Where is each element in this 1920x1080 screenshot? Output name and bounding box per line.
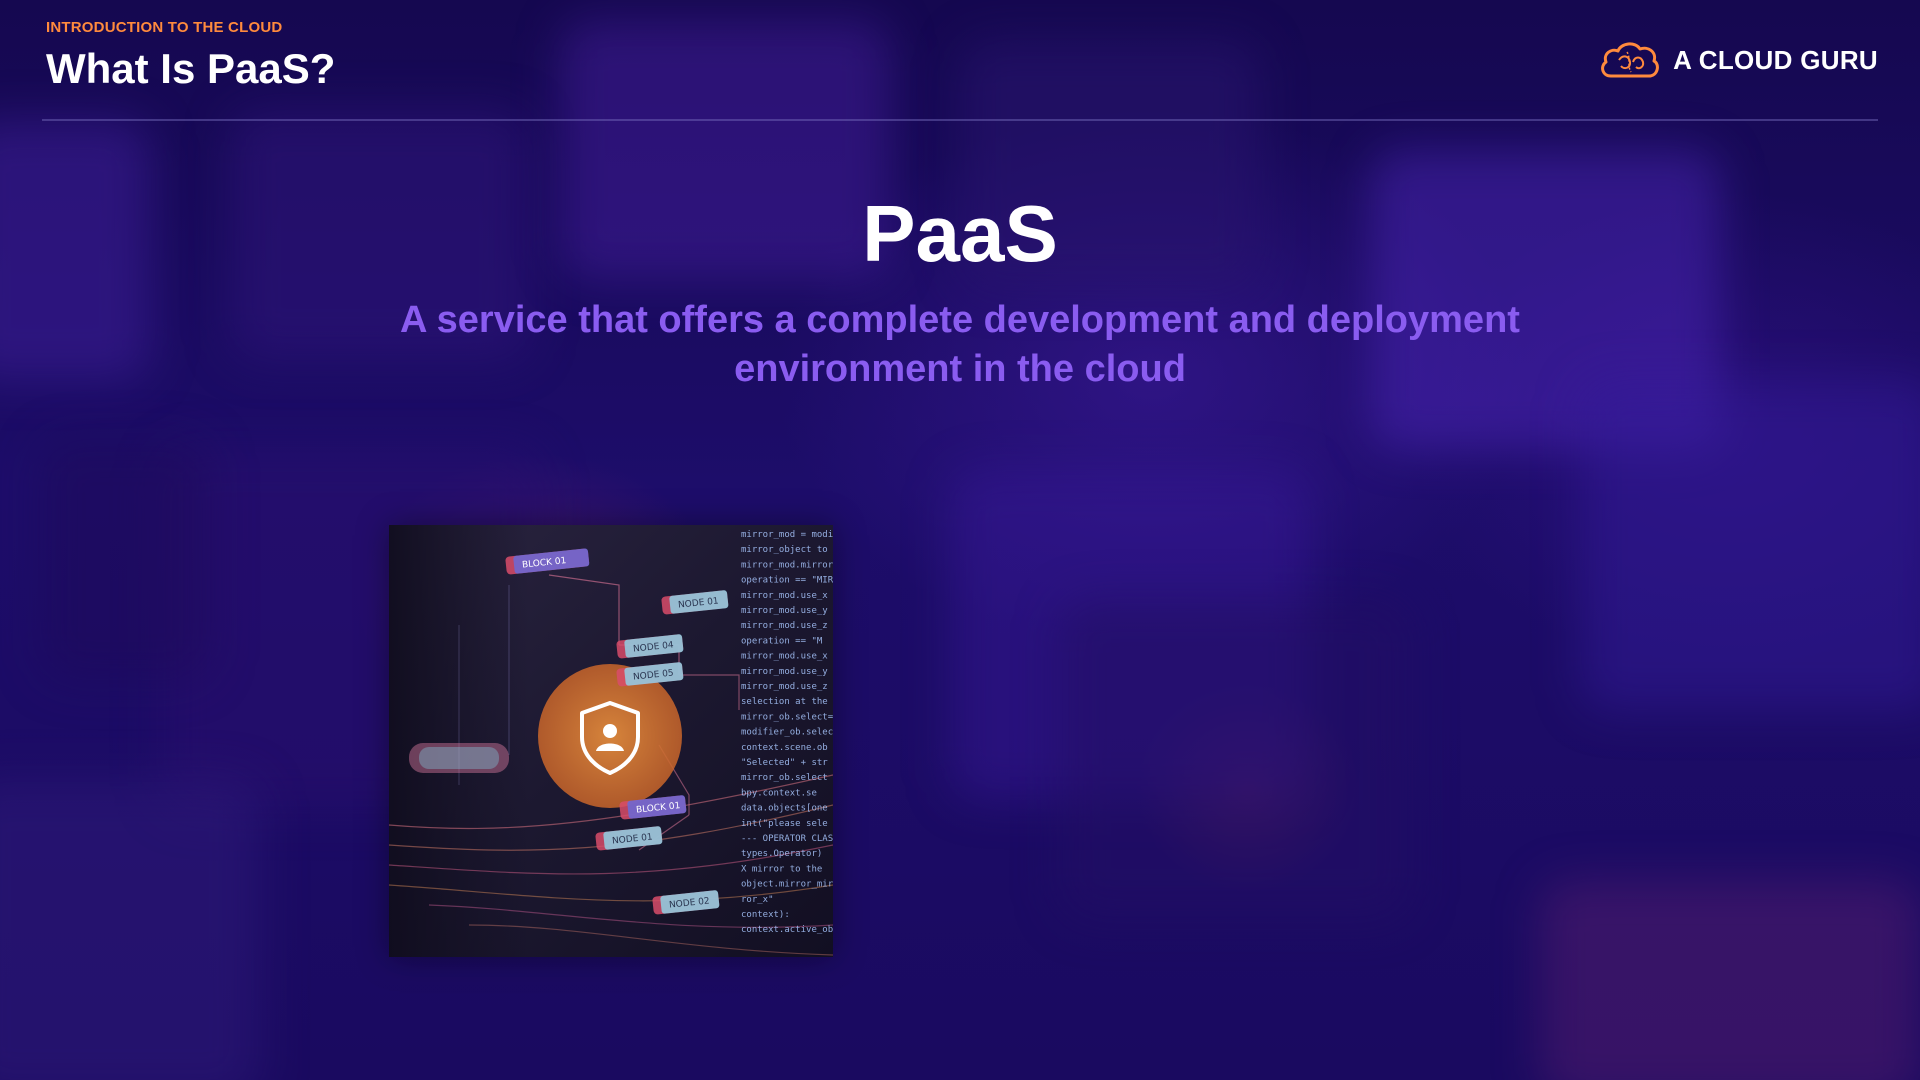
code-line: selection at the xyxy=(741,697,828,707)
slide-heading: PaaS xyxy=(862,189,1058,278)
code-line: operation == "M xyxy=(741,636,823,646)
code-line: ror_x" xyxy=(741,895,774,905)
slide-description: A service that offers a complete develop… xyxy=(400,299,1520,390)
code-line: mirror_mod.use_y xyxy=(741,606,828,616)
code-line: int("please sele xyxy=(741,819,828,829)
code-line: context.scene.ob xyxy=(741,743,828,753)
brand-name: A CLOUD GURU xyxy=(1673,44,1878,75)
paas-illustration: mirror_mod = modif mirror_object to mirror… xyxy=(388,525,845,957)
code-line: --- OPERATOR CLAS xyxy=(741,834,833,844)
code-line: modifier_ob.select= xyxy=(741,728,833,738)
brand-logo: A CLOUD GURU xyxy=(1597,38,1878,82)
background xyxy=(0,0,1920,1080)
code-line: mirror_mod = modif xyxy=(741,530,833,540)
code-line: mirror_mod.use_x xyxy=(741,652,828,662)
code-line: types.Operator) xyxy=(741,849,822,859)
course-label: INTRODUCTION TO THE CLOUD xyxy=(46,19,283,36)
cloud-logo-icon xyxy=(1601,42,1660,78)
code-line: bpy.context.se xyxy=(741,788,817,798)
code-line: mirror_mod.use_y xyxy=(741,667,828,677)
network-code-graphic: mirror_mod = modif mirror_object to mirror… xyxy=(388,525,845,957)
code-line: mirror_mod.use_z xyxy=(741,682,828,692)
code-line: data.objects[one xyxy=(741,804,828,814)
page-title: What Is PaaS? xyxy=(46,45,336,92)
code-line: context): xyxy=(741,910,790,920)
code-line: object.mirror_mir xyxy=(741,880,833,890)
header-divider xyxy=(42,119,1878,121)
code-line: mirror_mod.use_z xyxy=(741,621,828,631)
code-line: mirror_ob.select= 1 xyxy=(741,712,833,722)
code-line: mirror_mod.use_x xyxy=(741,591,828,601)
code-line: "Selected" + str xyxy=(741,758,828,768)
code-line: operation == "MIRR xyxy=(741,576,833,586)
code-line: mirror_object to xyxy=(741,545,828,555)
code-line: X mirror to the xyxy=(741,864,822,874)
code-line: mirror_ob.select xyxy=(741,773,828,783)
code-line: mirror_mod.mirror xyxy=(741,560,833,570)
code-line: context.active_obj xyxy=(741,925,833,935)
